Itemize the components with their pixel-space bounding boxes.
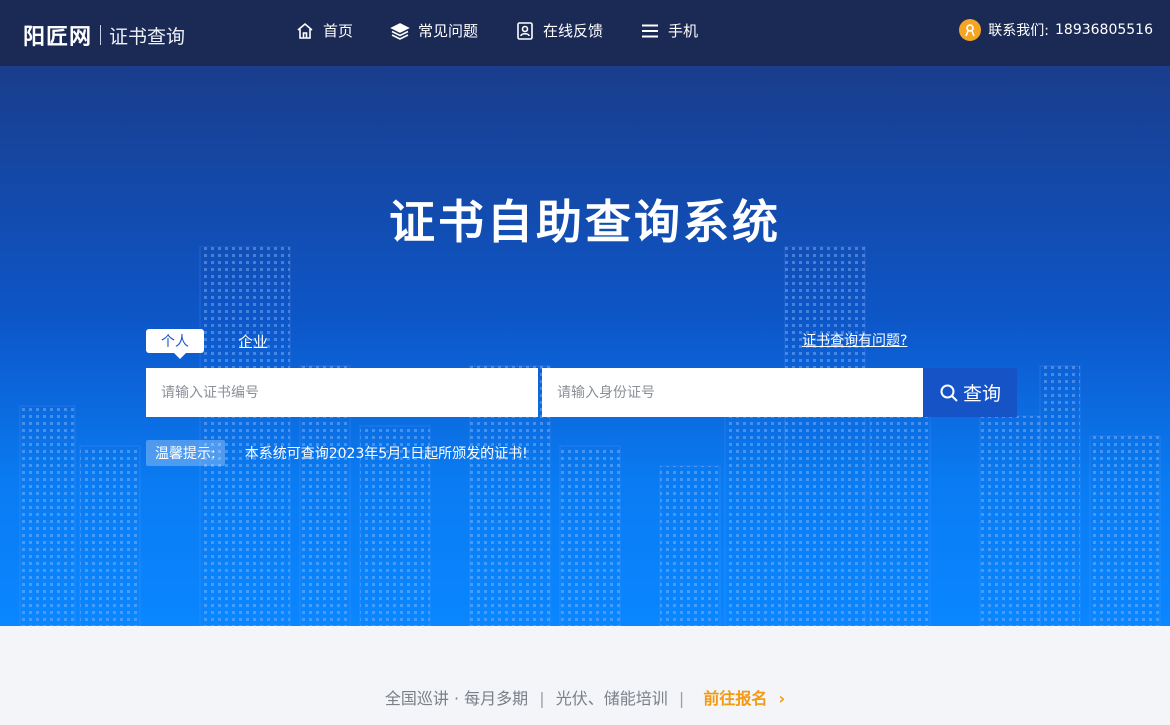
contact-label: 联系我们: (988, 23, 1050, 39)
tab-personal[interactable]: 个人 (146, 329, 204, 359)
notice-text: 本系统可查询2023年5月1日起所颁发的证书! (244, 446, 528, 462)
promo-line: 全国巡讲 · 每月多期 | 光伏、储能培训 | 前往报名 › (0, 685, 1170, 709)
tab-enterprise[interactable]: 企业 (238, 331, 268, 352)
chevron-right-icon[interactable]: › (778, 689, 785, 708)
search-form: 查询 (146, 368, 1017, 417)
main-nav: 首页 常见问题 在线反馈 手机 (295, 20, 735, 41)
search-icon (940, 384, 958, 402)
promo-band: 全国巡讲 · 每月多期 | 光伏、储能培训 | 前往报名 › (0, 626, 1170, 725)
nav-home[interactable]: 首页 (295, 20, 353, 41)
notice-badge: 温馨提示: (146, 440, 225, 466)
nav-faq-label: 常见问题 (418, 22, 479, 40)
notice: 温馨提示: 本系统可查询2023年5月1日起所颁发的证书! (146, 440, 528, 466)
nav-feedback-label: 在线反馈 (543, 22, 604, 40)
nav-faq[interactable]: 常见问题 (390, 20, 478, 41)
nav-feedback[interactable]: 在线反馈 (515, 20, 603, 41)
feedback-icon (517, 21, 533, 40)
promo-divider: | (678, 689, 685, 708)
id-number-input[interactable] (542, 368, 923, 417)
hero-section: 证书自助查询系统 个人 企业 证书查询有问题? 查询 温馨提示: 本系统可查询2… (0, 66, 1170, 626)
promo-text-1: 全国巡讲 · 每月多期 (384, 689, 529, 708)
nav-home-label: 首页 (323, 22, 354, 40)
search-button-label: 查询 (962, 383, 1001, 405)
contact-person-icon (959, 19, 982, 41)
register-link[interactable]: 前往报名 (703, 689, 767, 708)
contact-info: 联系我们: 18936805516 (959, 19, 1153, 41)
logo-sub-text: 证书查询 (109, 25, 186, 48)
layers-icon (390, 22, 410, 40)
query-type-tabs: 个人 企业 (146, 329, 268, 359)
page-title: 证书自助查询系统 (389, 195, 781, 249)
certificate-number-input[interactable] (146, 368, 538, 417)
promo-text-2: 光伏、储能培训 (555, 689, 668, 708)
logo-divider (100, 25, 102, 45)
promo-divider: | (539, 689, 545, 708)
city-skyline-illustration (19, 246, 1161, 626)
help-link[interactable]: 证书查询有问题? (802, 330, 907, 350)
logo-main-text: 阳匠网 (23, 25, 93, 50)
home-icon (297, 22, 313, 39)
search-button[interactable]: 查询 (923, 368, 1017, 417)
top-navigation-bar: 阳匠网 证书查询 首页 常见问题 在线反馈 手机 联系我们: 189368055… (0, 0, 1170, 66)
contact-phone: 18936805516 (1055, 22, 1153, 38)
nav-mobile[interactable]: 手机 (640, 20, 698, 41)
site-logo[interactable]: 阳匠网 证书查询 (23, 19, 185, 51)
nav-mobile-label: 手机 (668, 22, 699, 40)
menu-icon (642, 24, 659, 37)
